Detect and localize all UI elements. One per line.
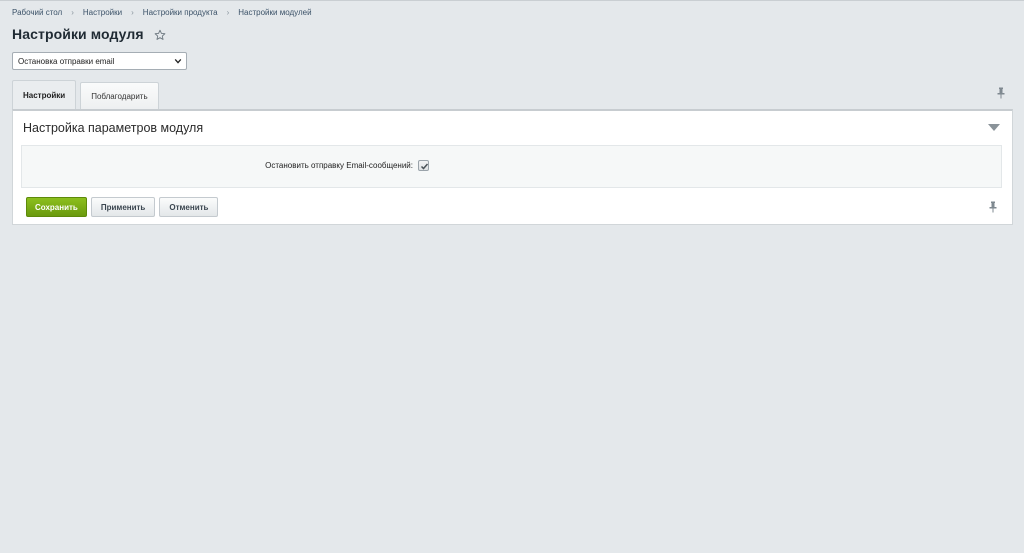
- save-button[interactable]: Сохранить: [26, 197, 87, 217]
- field-label-stop-email: Остановить отправку Email-сообщений:: [265, 161, 413, 170]
- cancel-button[interactable]: Отменить: [159, 197, 219, 217]
- collapse-arrow-icon[interactable]: [988, 124, 1000, 132]
- breadcrumb-item-product-settings[interactable]: Настройки продукта: [143, 8, 218, 17]
- field-row-stop-email: Остановить отправку Email-сообщений:: [22, 160, 1001, 172]
- tab-bar: Настройки Поблагодарить: [12, 80, 163, 109]
- page-title: Настройки модуля: [12, 26, 144, 42]
- panel-header: Настройка параметров модуля: [23, 121, 204, 135]
- breadcrumb-separator: ›: [131, 7, 134, 17]
- breadcrumb-item-settings[interactable]: Настройки: [83, 8, 122, 17]
- breadcrumb-item-desktop[interactable]: Рабочий стол: [12, 8, 62, 17]
- tab-thank[interactable]: Поблагодарить: [80, 82, 159, 109]
- tab-settings-label: Настройки: [23, 90, 66, 100]
- breadcrumb-separator: ›: [71, 7, 74, 17]
- settings-panel: Настройка параметров модуля Остановить о…: [12, 109, 1013, 225]
- breadcrumb-separator: ›: [226, 7, 230, 17]
- stop-email-checkbox[interactable]: [418, 160, 429, 171]
- tab-thank-label: Поблагодарить: [91, 91, 148, 101]
- apply-button[interactable]: Применить: [90, 197, 156, 217]
- button-bar: Сохранить Применить Отменить: [26, 197, 219, 217]
- module-select-value: Остановка отправки email: [18, 56, 115, 66]
- checkmark-icon: [420, 163, 429, 170]
- breadcrumb: Рабочий стол › Настройки › Настройки про…: [12, 6, 312, 18]
- field-area: Остановить отправку Email-сообщений:: [21, 145, 1002, 188]
- module-select[interactable]: Остановка отправки email: [12, 52, 187, 70]
- star-icon[interactable]: [154, 28, 166, 40]
- chevron-down-icon: [174, 58, 182, 64]
- top-border: [0, 0, 1024, 1]
- breadcrumb-item-module-settings[interactable]: Настройки модулей: [238, 8, 311, 17]
- tab-settings[interactable]: Настройки: [12, 80, 77, 109]
- page-title-row: Настройки модуля: [12, 24, 166, 44]
- pin-icon[interactable]: [988, 201, 998, 213]
- pin-icon[interactable]: [996, 87, 1006, 99]
